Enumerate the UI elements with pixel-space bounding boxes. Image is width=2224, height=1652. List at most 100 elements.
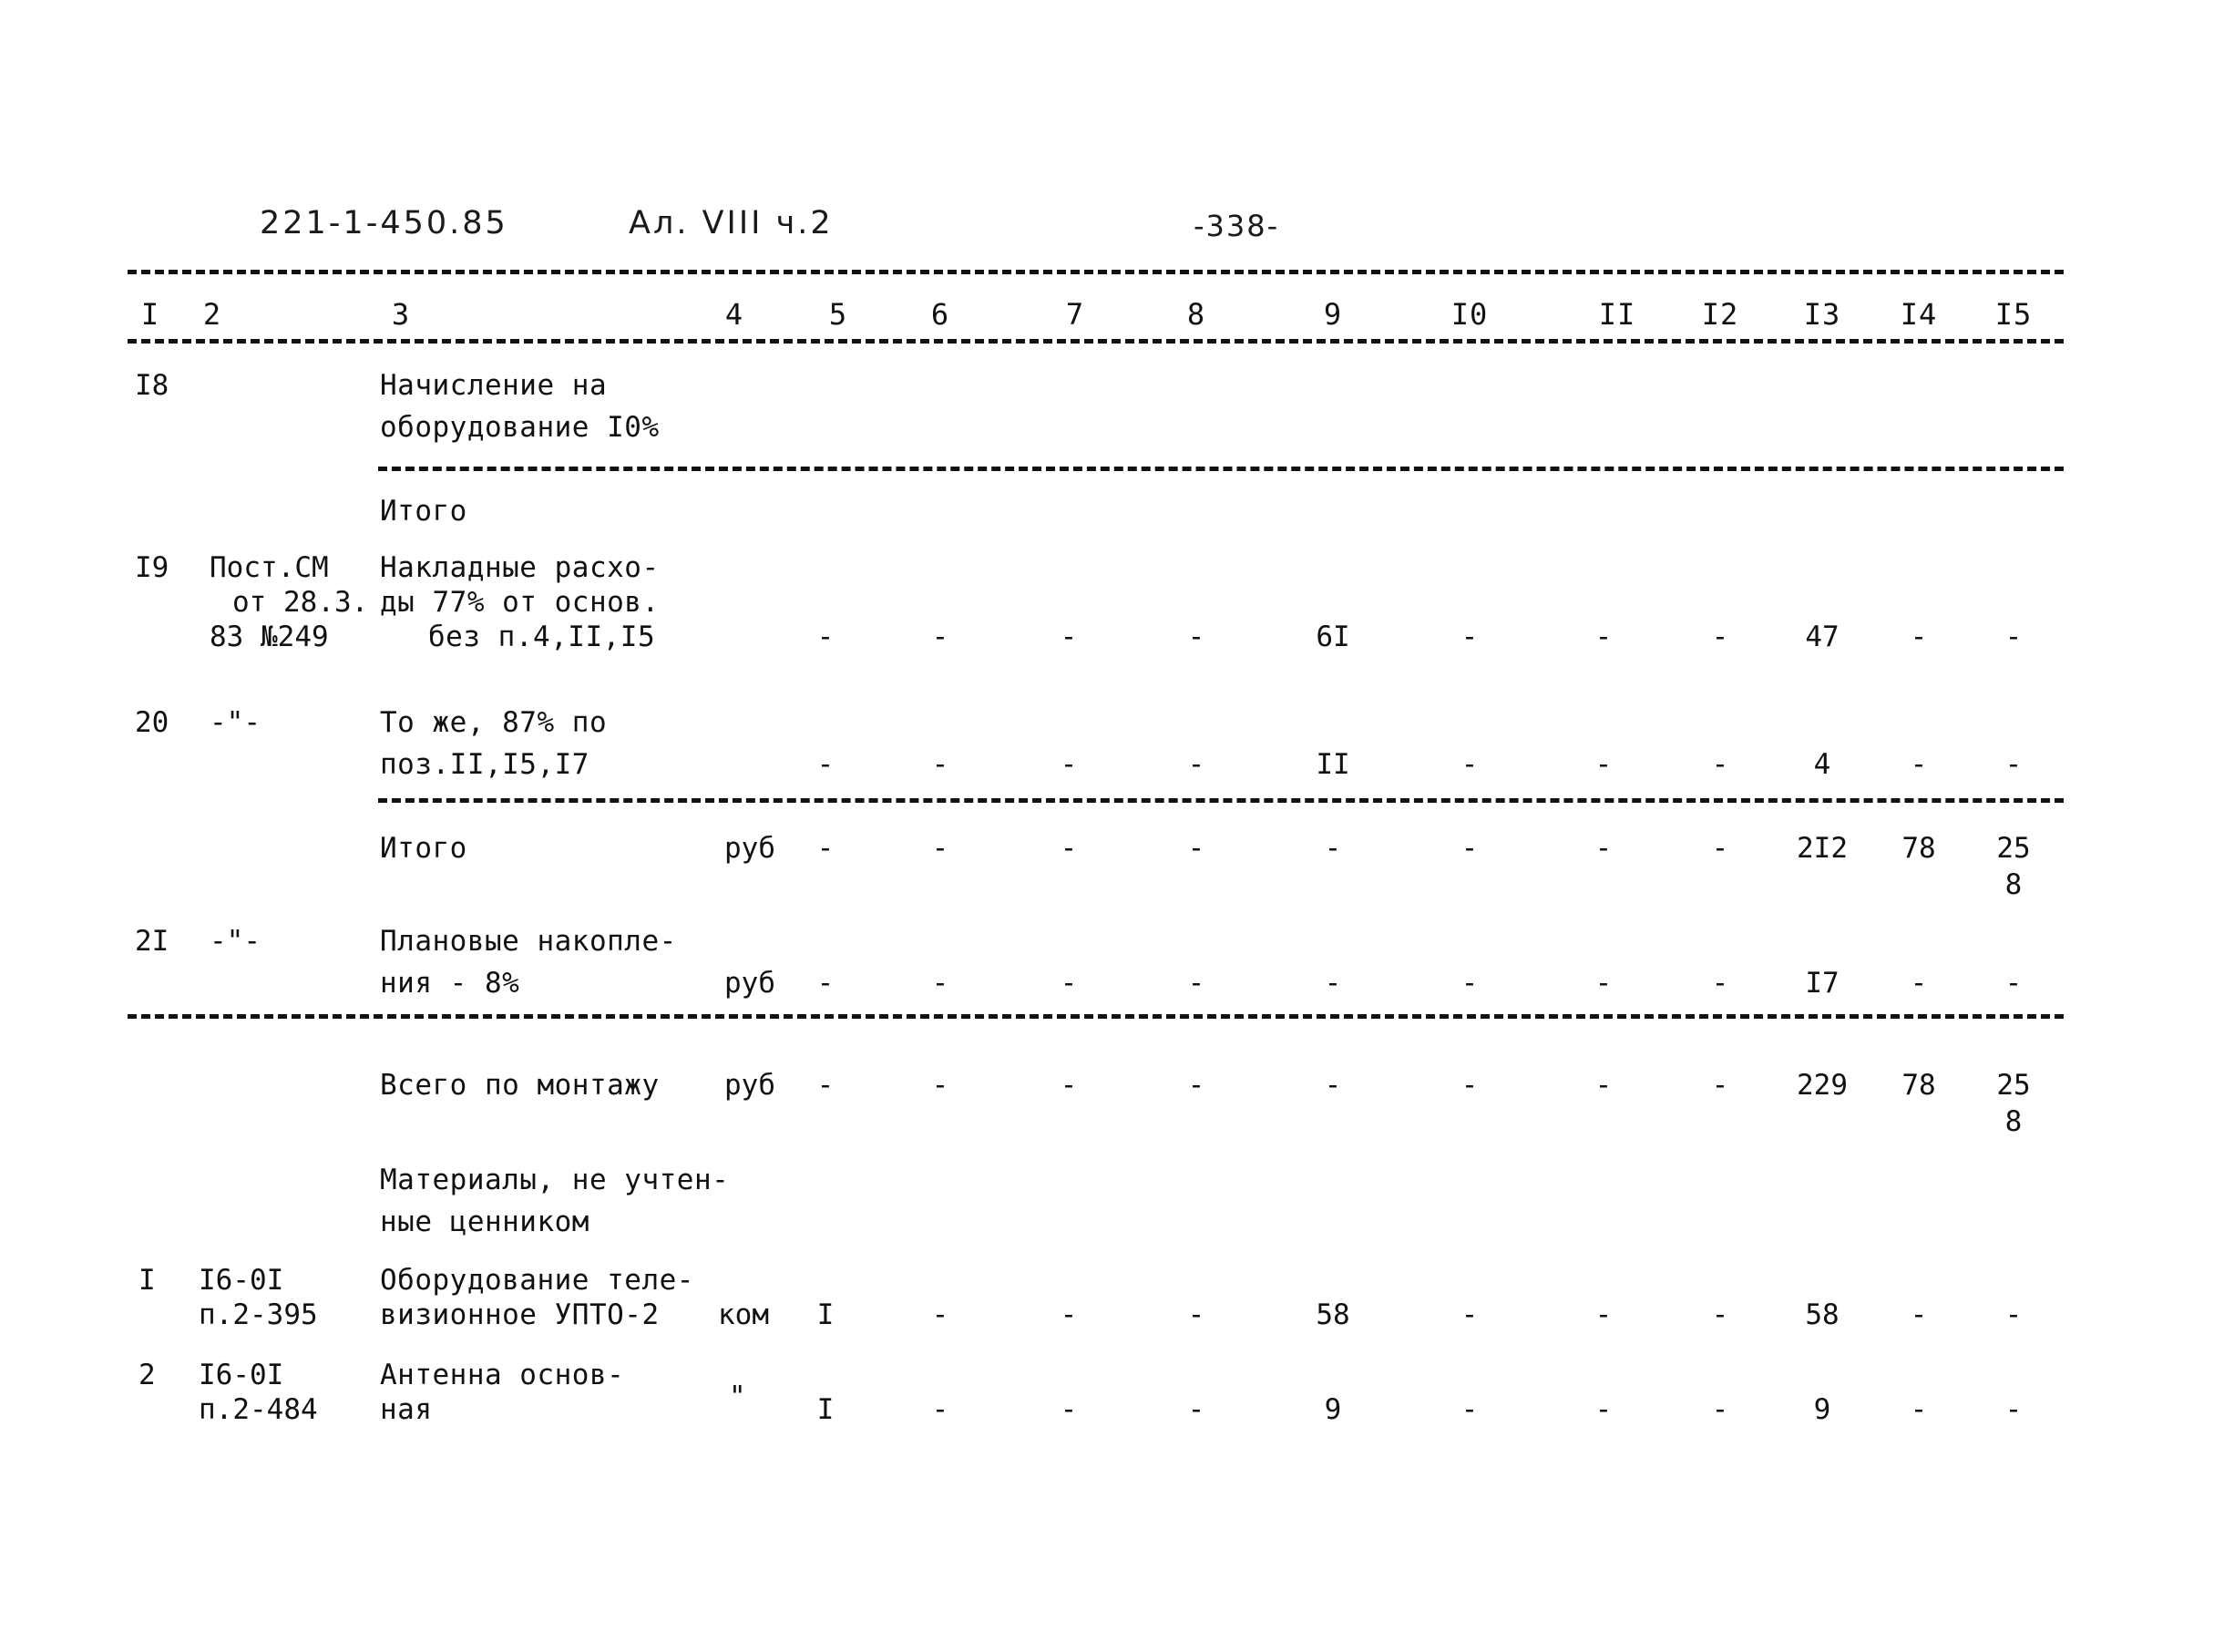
grand-total-col-14: 78 <box>1901 1069 1936 1102</box>
materials-heading-line-1: Материалы, не учтен- <box>380 1164 730 1196</box>
row-21-col-13: I7 <box>1805 967 1840 1000</box>
material-row-2-position: 2 <box>138 1359 156 1391</box>
column-header-7: 7 <box>1065 297 1085 332</box>
row-19-col-7: - <box>1060 621 1078 653</box>
row-19-col-8: - <box>1187 621 1205 653</box>
row-18-position: I8 <box>135 369 169 402</box>
row-21-col-10: - <box>1460 967 1479 1000</box>
material-row-1-col-4: I <box>816 1298 835 1331</box>
material-row-1-col-9: 58 <box>1316 1298 1350 1331</box>
subtotal-2-col-7: - <box>1060 832 1078 865</box>
row-19-col-14: - <box>1910 621 1928 653</box>
column-header-14: I4 <box>1900 297 1938 332</box>
column-header-8: 8 <box>1186 297 1206 332</box>
column-header-11: II <box>1598 297 1636 332</box>
material-row-2-col-13: 9 <box>1813 1393 1831 1426</box>
material-row-2-col-15: - <box>2004 1393 2023 1426</box>
subtotal-2-col-6: - <box>931 832 949 865</box>
grand-total-col-7: - <box>1060 1069 1078 1102</box>
material-row-1-col-6: - <box>1060 1298 1078 1331</box>
row-21-col-14: - <box>1910 967 1928 1000</box>
column-header-5: 5 <box>828 297 848 332</box>
subtotal-2-col-12: - <box>1711 832 1729 865</box>
material-row-1-col-12: - <box>1711 1298 1729 1331</box>
material-row-2-unit: " <box>729 1380 746 1413</box>
row-20-description-line-2: поз.II,I5,I7 <box>380 748 589 781</box>
row-19-col-11: - <box>1594 621 1613 653</box>
column-header-2: 2 <box>202 297 222 332</box>
document-page: 221-1-450.85 Ал. VIII ч.2 -338- I 2 3 4 … <box>0 0 2224 1652</box>
material-row-1-col-11: - <box>1594 1298 1613 1331</box>
row-21-justification: -"- <box>210 925 261 958</box>
row-20-col-6: - <box>931 748 949 781</box>
row-20-col-10: - <box>1460 748 1479 781</box>
column-header-9: 9 <box>1323 297 1343 332</box>
material-row-2-col-12: - <box>1711 1393 1729 1426</box>
row-21-col-6: - <box>931 967 949 1000</box>
grand-total-label: Всего по монтажу <box>380 1069 660 1102</box>
row-20-col-12: - <box>1711 748 1729 781</box>
material-row-1-justification-line-2: п.2-395 <box>199 1298 318 1331</box>
subtotal-2-col-10: - <box>1460 832 1479 865</box>
row-19-col-6: - <box>931 621 949 653</box>
grand-total-col-5: - <box>816 1069 835 1102</box>
subtotal-2-col-15-second-line: 8 <box>2004 868 2023 901</box>
row-20-col-7: - <box>1060 748 1078 781</box>
row-18-description-line-2: оборудование I0% <box>380 411 660 444</box>
subtotal-2-col-11: - <box>1594 832 1613 865</box>
row-19-col-13: 47 <box>1805 621 1840 653</box>
column-header-10: I0 <box>1450 297 1489 332</box>
row-19-description-line-3: без п.4,II,I5 <box>428 621 656 653</box>
row-21-description-line-2: ния - 8% <box>380 967 520 1000</box>
row-21-col-8: - <box>1187 967 1205 1000</box>
row-20-col-14: - <box>1910 748 1928 781</box>
material-row-1-col-15: - <box>2004 1298 2023 1331</box>
subtotal-2-col-13: 2I2 <box>1797 832 1848 865</box>
row-19-col-5: - <box>816 621 835 653</box>
row-20-justification: -"- <box>210 706 261 739</box>
material-row-2-col-4: I <box>816 1393 835 1426</box>
material-row-1-col-7: - <box>1187 1298 1205 1331</box>
material-row-2-col-11: - <box>1594 1393 1613 1426</box>
row-20-col-11: - <box>1594 748 1613 781</box>
row-18-description-line-1: Начисление на <box>380 369 608 402</box>
column-header-6: 6 <box>930 297 950 332</box>
material-row-1-col-10: - <box>1460 1298 1479 1331</box>
grand-total-col-9: - <box>1324 1069 1342 1102</box>
row-19-position: I9 <box>135 551 169 584</box>
material-row-1-unit: ком <box>718 1298 769 1331</box>
column-header-15: I5 <box>1994 297 2033 332</box>
subtotal-2-col-5: - <box>816 832 835 865</box>
material-row-1-col-13: 58 <box>1805 1298 1840 1331</box>
material-row-1-description-line-2: визионное УПТО-2 <box>380 1298 660 1331</box>
grand-total-col-12: - <box>1711 1069 1729 1102</box>
grand-total-col-8: - <box>1187 1069 1205 1102</box>
column-header-4: 4 <box>724 297 744 332</box>
material-row-2-col-9: 9 <box>1324 1393 1342 1426</box>
material-row-2-col-6: - <box>1060 1393 1078 1426</box>
row-21-col-15: - <box>2004 967 2023 1000</box>
material-row-2-col-5: - <box>931 1393 949 1426</box>
row-20-col-9: II <box>1316 748 1350 781</box>
grand-total-col-13: 229 <box>1797 1069 1848 1102</box>
row-21-position: 2I <box>135 925 169 958</box>
row-20-description-line-1: То же, 87% по <box>380 706 608 739</box>
column-header-1: I <box>140 297 160 332</box>
material-row-2-col-14: - <box>1910 1393 1928 1426</box>
grand-total-col-10: - <box>1460 1069 1479 1102</box>
row-19-col-12: - <box>1711 621 1729 653</box>
material-row-2-description-line-2: ная <box>380 1393 433 1426</box>
row-20-col-5: - <box>816 748 835 781</box>
column-header-3: 3 <box>391 297 411 332</box>
subtotal-2-unit: руб <box>724 832 775 865</box>
row-19-col-15: - <box>2004 621 2023 653</box>
row-21-col-11: - <box>1594 967 1613 1000</box>
row-19-justification-line-3: 83 №249 <box>210 621 329 653</box>
grand-total-col-6: - <box>931 1069 949 1102</box>
row-19-col-10: - <box>1460 621 1479 653</box>
row-21-col-5: - <box>816 967 835 1000</box>
row-20-col-13: 4 <box>1813 748 1831 781</box>
row-20-position: 20 <box>135 706 169 739</box>
material-row-2-col-10: - <box>1460 1393 1479 1426</box>
materials-heading-line-2: ные ценником <box>380 1206 589 1238</box>
